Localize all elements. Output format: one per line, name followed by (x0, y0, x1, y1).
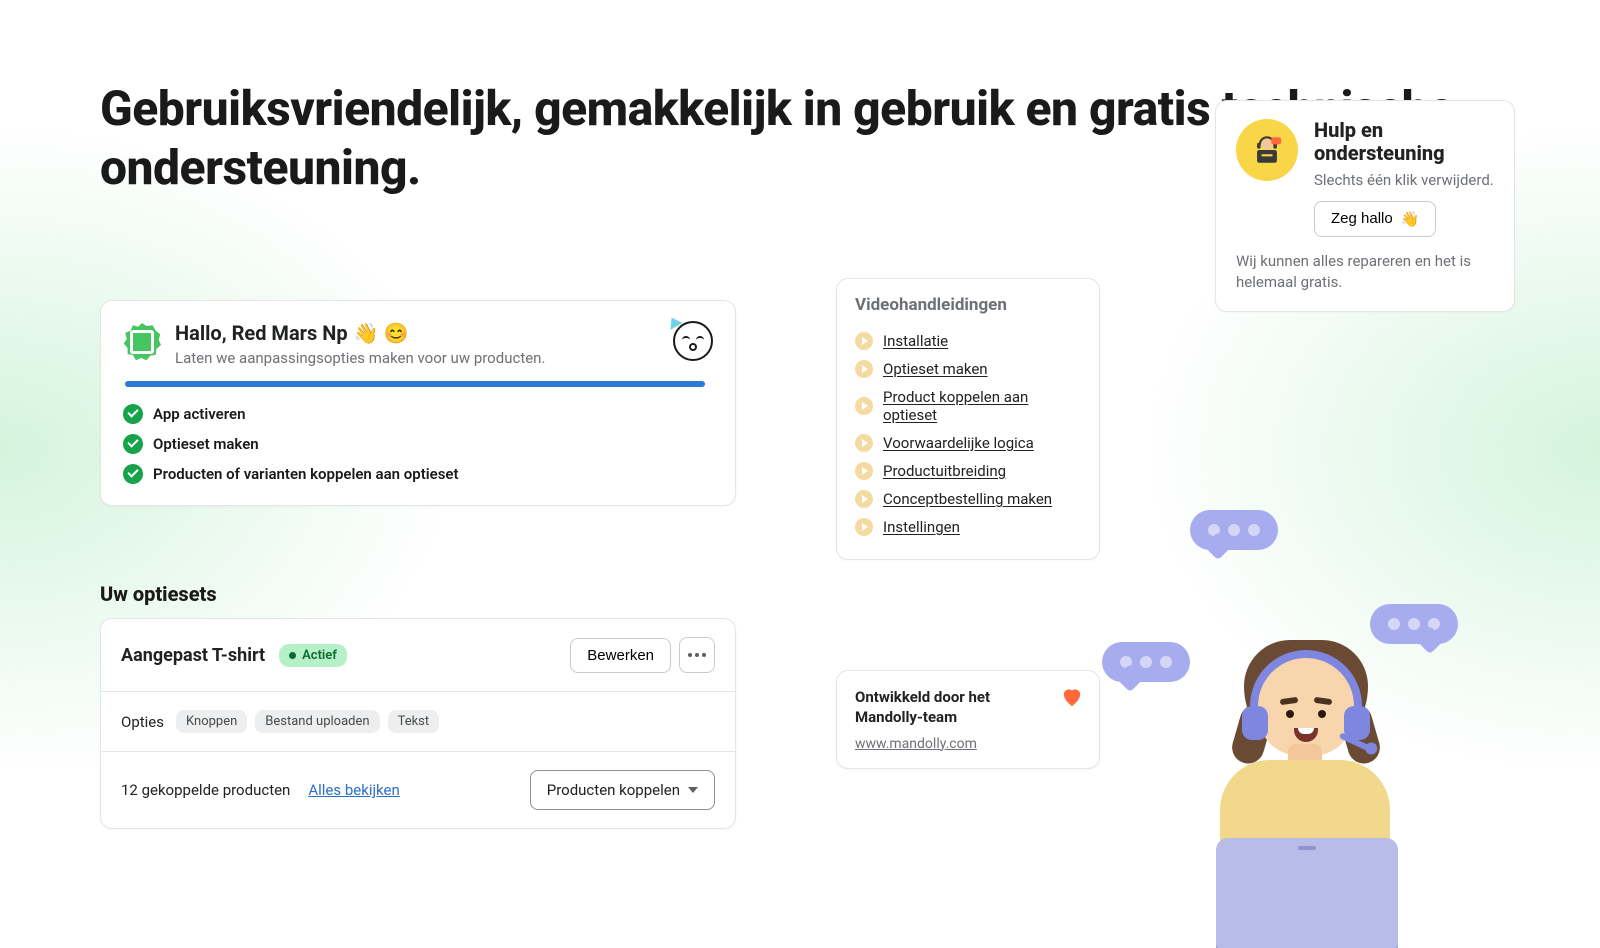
help-title: Hulp en ondersteuning (1314, 119, 1494, 165)
greeting-subtitle: Laten we aanpassingsopties maken voor uw… (175, 349, 545, 367)
play-icon (855, 434, 873, 452)
wave-icon: 👋 (1401, 210, 1420, 228)
status-badge: Actief (279, 644, 347, 667)
onboarding-step-3[interactable]: Producten of varianten koppelen aan opti… (123, 459, 713, 489)
chat-bubble-icon (1190, 510, 1278, 550)
video-item-installatie[interactable]: Installatie (855, 327, 1081, 355)
onboarding-step-1[interactable]: App activeren (123, 399, 713, 429)
view-all-link[interactable]: Alles bekijken (308, 781, 399, 799)
ellipsis-icon (688, 653, 706, 657)
check-icon (123, 434, 143, 454)
check-icon (123, 464, 143, 484)
option-chip: Bestand uploaden (255, 710, 379, 733)
developed-by-title: Ontwikkeld door het Mandolly-team (855, 687, 1081, 728)
video-item-product-koppelen[interactable]: Product koppelen aan optieset (855, 383, 1081, 429)
video-item-instellingen[interactable]: Instellingen (855, 513, 1081, 541)
developer-link[interactable]: www.mandolly.com (855, 736, 977, 752)
play-icon (855, 490, 873, 508)
optionsets-card: Aangepast T-shirt Actief Bewerken Opties… (100, 618, 736, 829)
play-icon (855, 360, 873, 378)
onboarding-card: Hallo, Red Mars Np 👋 😊 Laten we aanpassi… (100, 300, 736, 506)
link-products-dropdown[interactable]: Producten koppelen (530, 770, 715, 810)
linked-products-count: 12 gekoppelde producten (121, 781, 290, 799)
say-hello-button[interactable]: Zeg hallo 👋 (1314, 201, 1436, 237)
edit-button[interactable]: Bewerken (570, 638, 671, 673)
video-item-optieset-maken[interactable]: Optieset maken (855, 355, 1081, 383)
play-icon (855, 518, 873, 536)
optionset-title: Aangepast T-shirt (121, 645, 265, 666)
support-illustration (1130, 580, 1460, 900)
option-chip: Tekst (388, 710, 440, 733)
video-guides-card: Videohandleidingen Installatie Optieset … (836, 278, 1100, 560)
help-footer-text: Wij kunnen alles repareren en het is hel… (1236, 251, 1494, 293)
help-support-card: Hulp en ondersteuning Slechts één klik v… (1215, 100, 1515, 312)
celebrate-icon (673, 321, 713, 361)
chevron-down-icon (688, 787, 698, 793)
wave-emoji: 👋 😊 (354, 321, 409, 345)
chat-bubble-icon (1102, 642, 1190, 682)
heart-icon (1061, 687, 1083, 707)
options-label: Opties (121, 713, 164, 731)
video-item-voorwaardelijke-logica[interactable]: Voorwaardelijke logica (855, 429, 1081, 457)
app-gear-icon (123, 323, 161, 361)
option-chip: Knoppen (176, 710, 247, 733)
onboarding-progress-bar (125, 381, 705, 387)
developed-by-card: Ontwikkeld door het Mandolly-team www.ma… (836, 670, 1100, 769)
video-item-productuitbreiding[interactable]: Productuitbreiding (855, 457, 1081, 485)
help-subtitle: Slechts één klik verwijderd. (1314, 171, 1494, 189)
play-icon (855, 397, 873, 415)
optionsets-heading: Uw optiesets (100, 582, 217, 606)
onboarding-step-2[interactable]: Optieset maken (123, 429, 713, 459)
greeting: Hallo, Red Mars Np 👋 😊 (175, 321, 545, 345)
support-agent-icon (1236, 119, 1298, 181)
check-icon (123, 404, 143, 424)
video-item-conceptbestelling[interactable]: Conceptbestelling maken (855, 485, 1081, 513)
play-icon (855, 462, 873, 480)
more-actions-button[interactable] (679, 637, 715, 673)
play-icon (855, 332, 873, 350)
video-guides-title: Videohandleidingen (855, 295, 1081, 315)
